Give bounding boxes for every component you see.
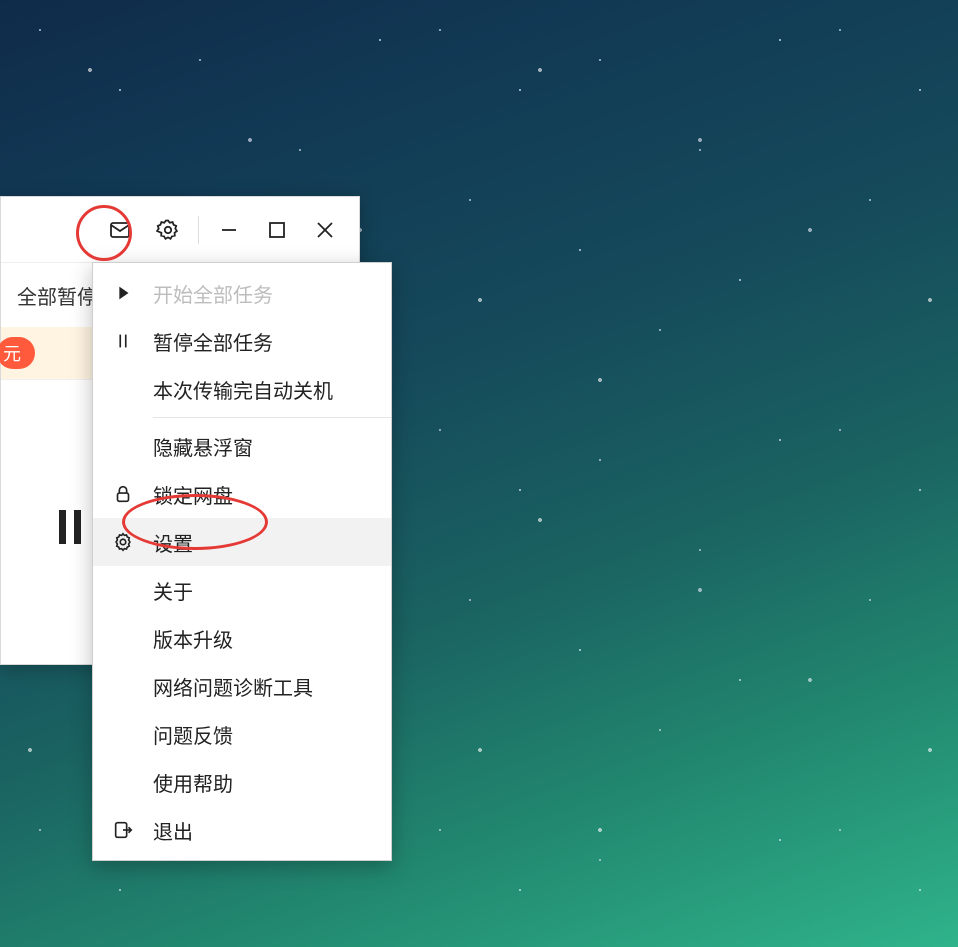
- pause-icon: [93, 330, 153, 352]
- menu-label: 设置: [153, 528, 193, 557]
- menu-help[interactable]: 使用帮助: [93, 758, 391, 806]
- menu-label: 锁定网盘: [153, 480, 233, 509]
- menu-start-all: 开始全部任务: [93, 269, 391, 317]
- gear-icon: [93, 531, 153, 553]
- menu-label: 问题反馈: [153, 720, 233, 749]
- menu-label: 关于: [153, 576, 193, 605]
- menu-label: 开始全部任务: [153, 279, 273, 308]
- gear-icon[interactable]: [146, 208, 190, 252]
- lock-icon: [93, 483, 153, 505]
- menu-hide-float[interactable]: 隐藏悬浮窗: [93, 422, 391, 470]
- menu-about[interactable]: 关于: [93, 566, 391, 614]
- pause-icon[interactable]: [59, 510, 81, 544]
- play-icon: [93, 282, 153, 304]
- menu-net-diag[interactable]: 网络问题诊断工具: [93, 662, 391, 710]
- mail-icon[interactable]: [98, 208, 142, 252]
- menu-auto-shutdown[interactable]: 本次传输完自动关机: [93, 365, 391, 413]
- menu-label: 退出: [153, 816, 193, 845]
- menu-label: 暂停全部任务: [153, 327, 273, 356]
- menu-label: 隐藏悬浮窗: [153, 432, 253, 461]
- menu-label: 网络问题诊断工具: [153, 672, 313, 701]
- menu-exit[interactable]: 退出: [93, 806, 391, 854]
- maximize-button[interactable]: [255, 208, 299, 252]
- exit-icon: [93, 819, 153, 841]
- pause-all-label-partial[interactable]: 全部暂停: [17, 281, 97, 310]
- window-titlebar: [1, 197, 359, 263]
- promo-badge[interactable]: 元: [0, 337, 35, 369]
- menu-lock-disk[interactable]: 锁定网盘: [93, 470, 391, 518]
- menu-separator: [153, 417, 391, 418]
- menu-settings[interactable]: 设置: [93, 518, 391, 566]
- settings-dropdown-menu: 开始全部任务 暂停全部任务 本次传输完自动关机 隐藏悬浮窗 锁定网盘 设置 关于…: [92, 262, 392, 861]
- menu-label: 使用帮助: [153, 768, 233, 797]
- menu-label: 版本升级: [153, 624, 233, 653]
- menu-label: 本次传输完自动关机: [153, 375, 333, 404]
- titlebar-separator: [198, 216, 199, 244]
- minimize-button[interactable]: [207, 208, 251, 252]
- menu-upgrade[interactable]: 版本升级: [93, 614, 391, 662]
- menu-pause-all[interactable]: 暂停全部任务: [93, 317, 391, 365]
- close-button[interactable]: [303, 208, 347, 252]
- menu-feedback[interactable]: 问题反馈: [93, 710, 391, 758]
